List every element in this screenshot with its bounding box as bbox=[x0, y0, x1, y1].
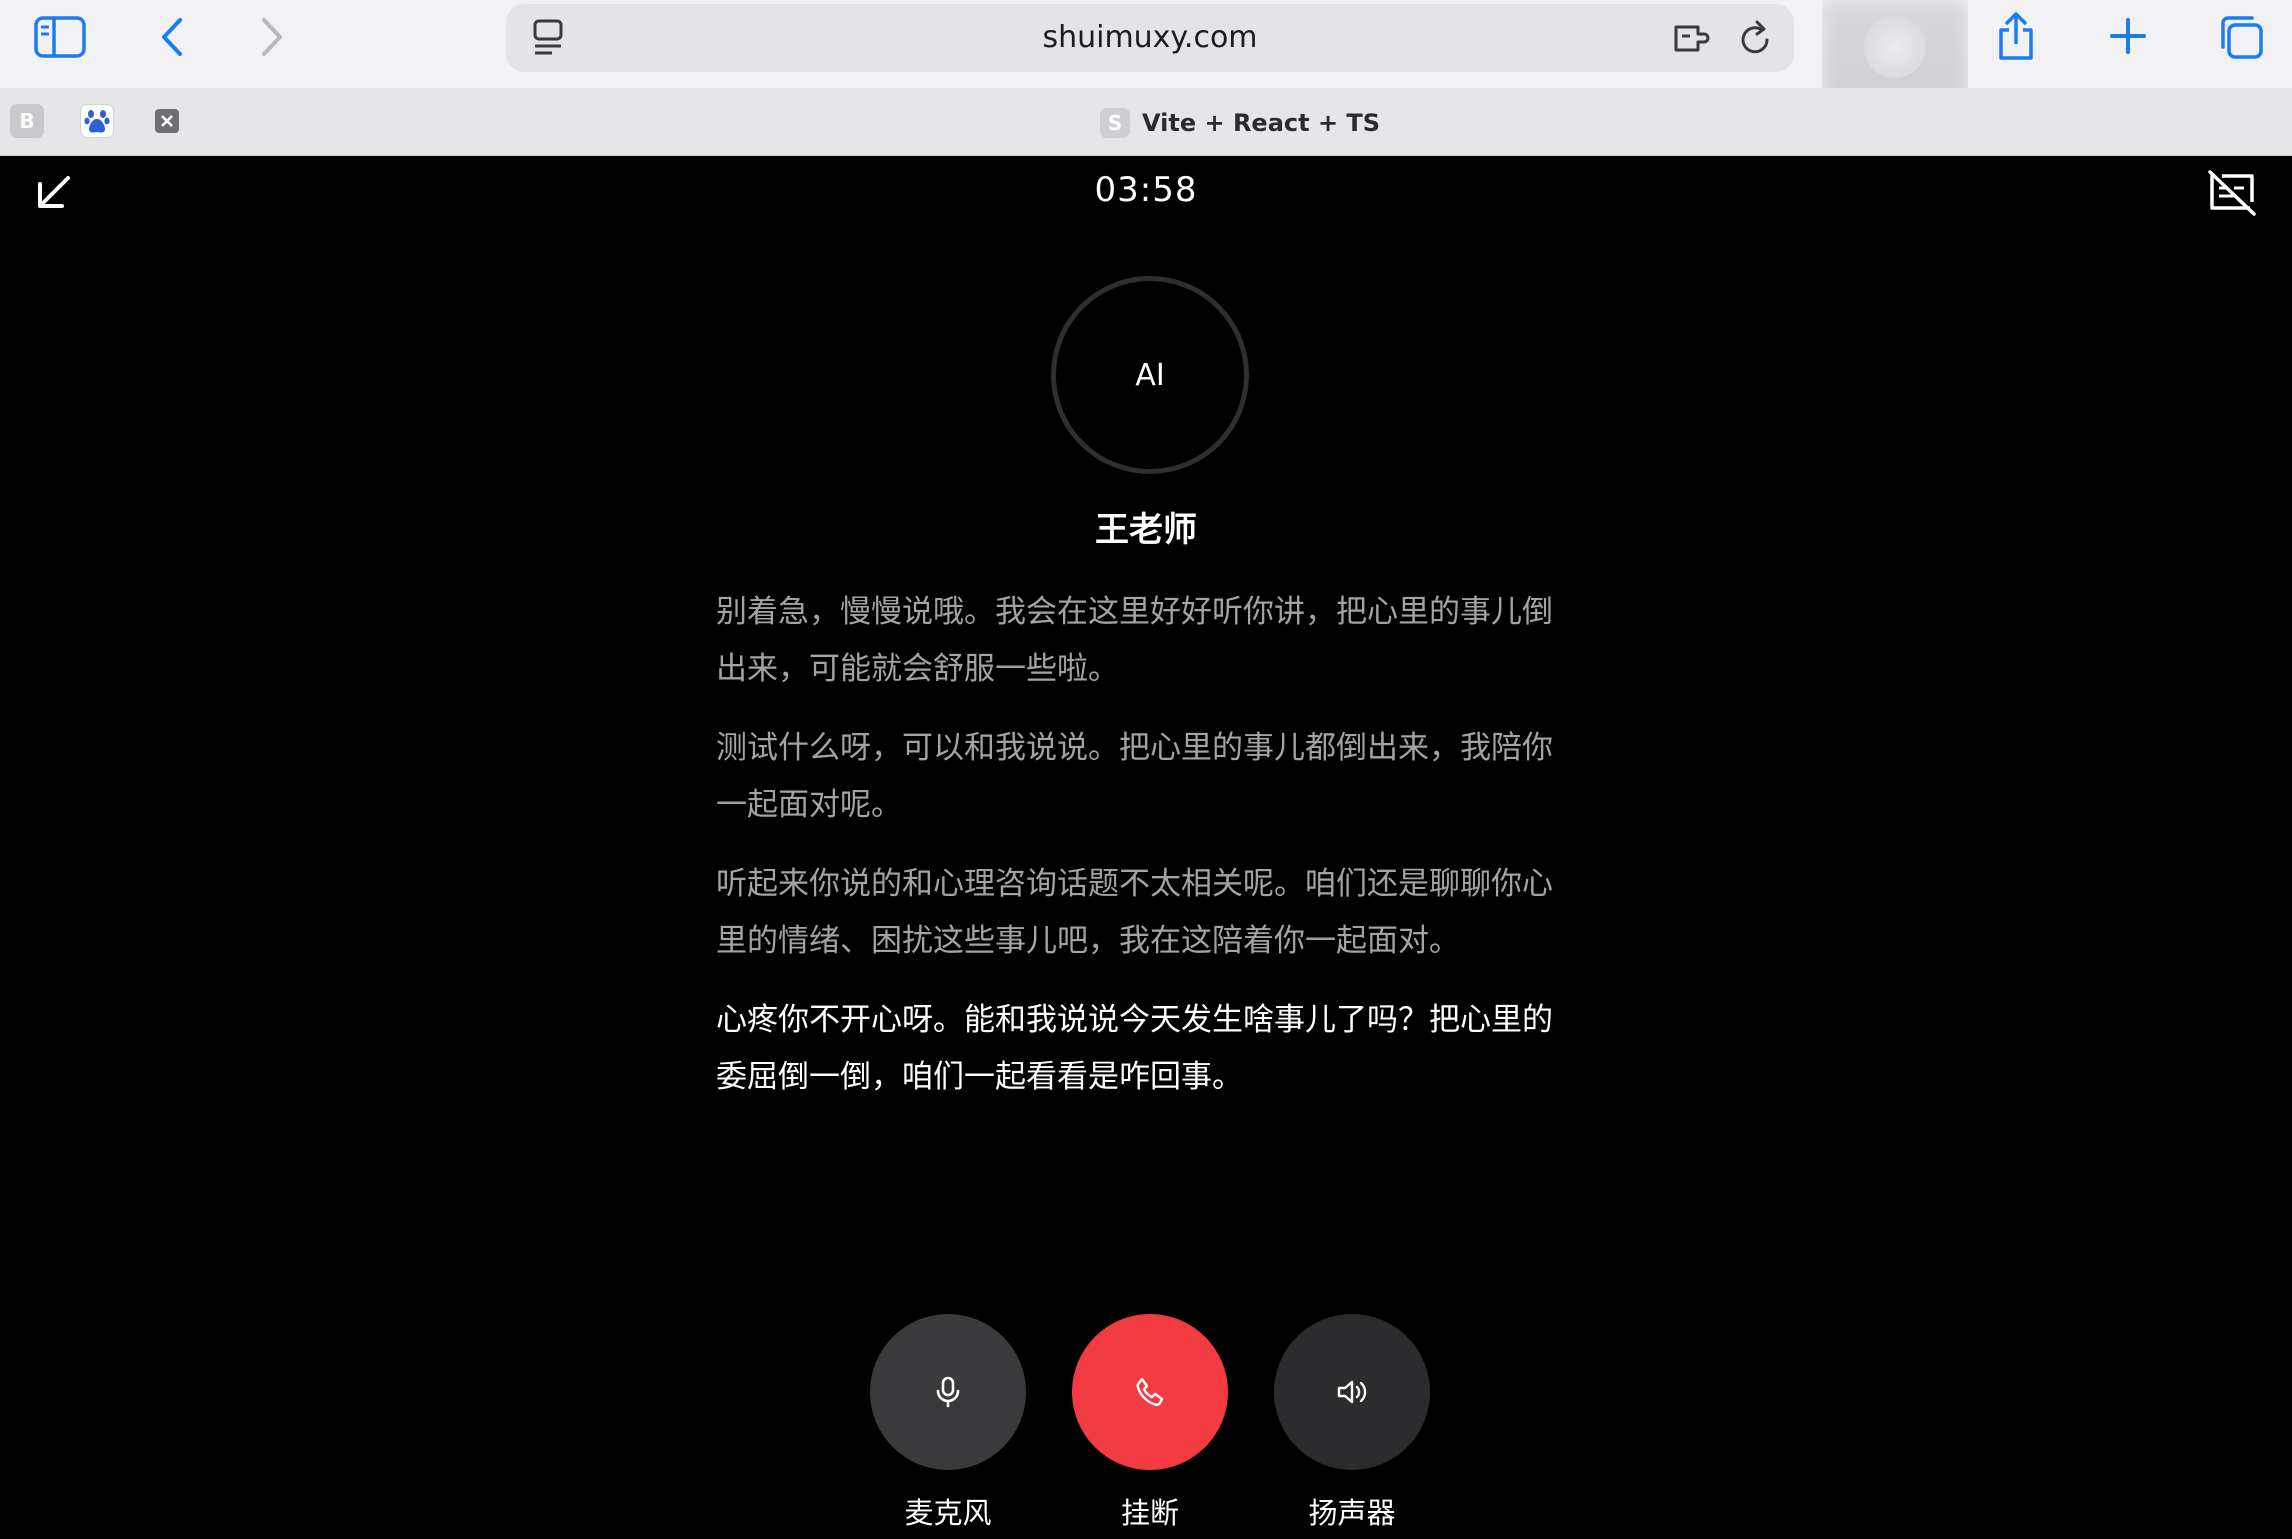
share-icon bbox=[1999, 12, 2033, 60]
microphone-button[interactable] bbox=[870, 1314, 1026, 1470]
avatar: AI bbox=[1051, 276, 1249, 474]
sidebar-icon bbox=[34, 16, 86, 58]
hangup-button[interactable] bbox=[1072, 1314, 1228, 1470]
share-button[interactable] bbox=[1994, 10, 2038, 64]
active-tab[interactable]: S Vite + React + TS bbox=[1100, 105, 1380, 141]
address-bar[interactable]: shuimuxy.com bbox=[506, 4, 1794, 72]
hangup-control: 挂断 bbox=[1072, 1314, 1228, 1532]
agent-name: 王老师 bbox=[1095, 510, 1197, 550]
sidebar-toggle-button[interactable] bbox=[34, 14, 86, 60]
chevron-right-icon bbox=[262, 18, 282, 56]
speaker-control: 扬声器 bbox=[1274, 1314, 1430, 1532]
subtitles-toggle-button[interactable] bbox=[2206, 168, 2258, 220]
speaker-button[interactable] bbox=[1274, 1314, 1430, 1470]
transcript-message-latest: 心疼你不开心呀。能和我说说今天发生啥事儿了吗？把心里的委屈倒一倒，咱们一起看看是… bbox=[716, 1002, 1553, 1095]
tab-close-button[interactable] bbox=[150, 104, 184, 138]
url-text[interactable]: shuimuxy.com bbox=[506, 4, 1794, 72]
chevron-left-icon bbox=[162, 18, 182, 56]
forward-button[interactable] bbox=[252, 14, 292, 60]
paw-icon bbox=[84, 110, 110, 133]
tab-overview-button[interactable] bbox=[2216, 12, 2266, 62]
microphone-control: 麦克风 bbox=[870, 1314, 1026, 1532]
avatar-label: AI bbox=[1135, 357, 1165, 393]
extension-icon bbox=[1674, 25, 1710, 52]
active-tab-title: Vite + React + TS bbox=[1142, 109, 1381, 137]
close-tab-icon bbox=[155, 109, 179, 133]
tab-b-favicon: B bbox=[19, 109, 35, 133]
transcript-message: 听起来你说的和心理咨询话题不太相关呢。咱们还是聊聊你心里的情绪、困扰这些事儿吧，… bbox=[716, 866, 1553, 959]
plus-icon bbox=[2110, 18, 2146, 54]
reload-icon bbox=[1741, 20, 1769, 54]
transcript: 别着急，慢慢说哦。我会在这里好好听你讲，把心里的事儿倒出来，可能就会舒服一些啦。… bbox=[716, 584, 1556, 1128]
tab-b[interactable]: B bbox=[10, 104, 44, 138]
microphone-label: 麦克风 bbox=[904, 1496, 992, 1530]
speaker-icon bbox=[1337, 1380, 1367, 1404]
speaker-label: 扬声器 bbox=[1308, 1496, 1396, 1530]
phone-icon bbox=[1136, 1377, 1164, 1406]
new-tab-button[interactable] bbox=[2106, 14, 2150, 58]
tabs-icon bbox=[2221, 16, 2263, 59]
transcript-message: 测试什么呀，可以和我说说。把心里的事儿都倒出来，我陪你一起面对呢。 bbox=[716, 730, 1553, 823]
microphone-icon bbox=[936, 1376, 960, 1408]
reload-button[interactable] bbox=[1738, 18, 1774, 62]
subtitles-off-icon bbox=[2208, 170, 2256, 216]
active-tab-favicon: S bbox=[1100, 108, 1130, 138]
hangup-label: 挂断 bbox=[1120, 1496, 1179, 1530]
tab-extension-button[interactable] bbox=[1672, 18, 1714, 62]
transcript-message: 别着急，慢慢说哦。我会在这里好好听你讲，把心里的事儿倒出来，可能就会舒服一些啦。 bbox=[716, 594, 1553, 687]
tab-baidu[interactable] bbox=[80, 104, 114, 138]
back-button[interactable] bbox=[152, 14, 192, 60]
call-timer: 03:58 bbox=[1094, 170, 1198, 210]
